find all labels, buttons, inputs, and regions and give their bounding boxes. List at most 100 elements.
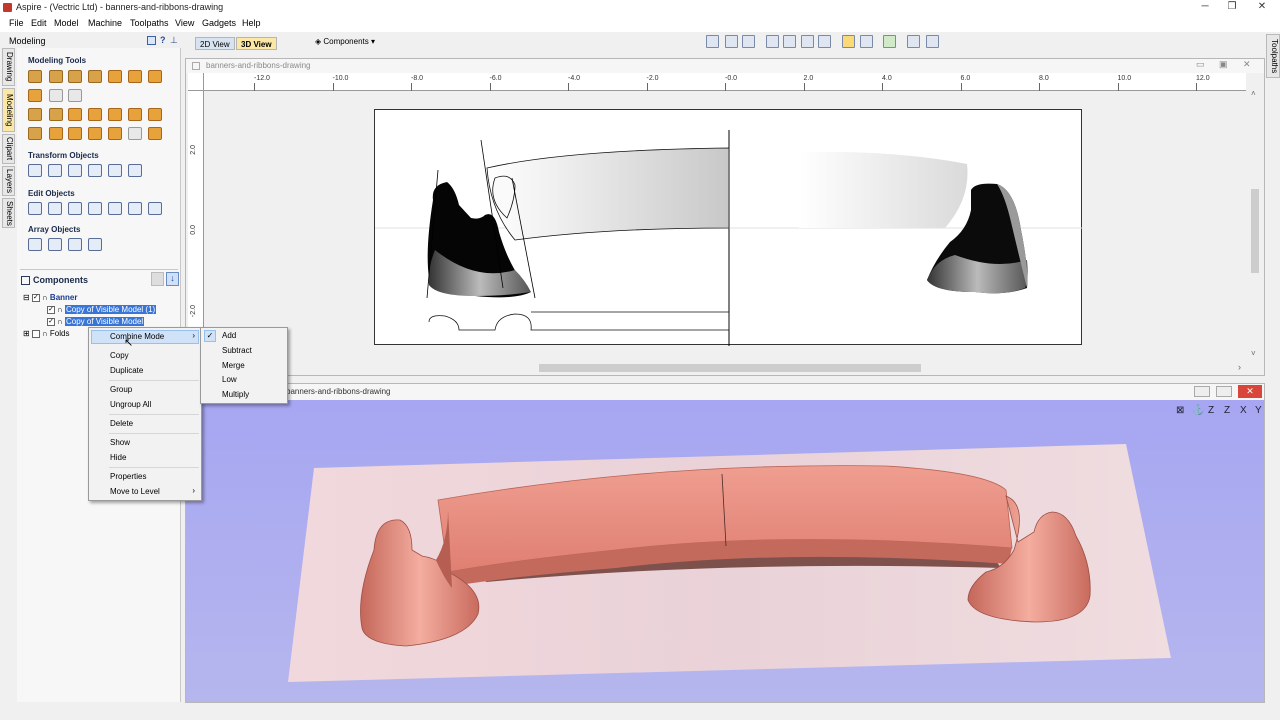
view-anchor-icon[interactable]: ⚓: [1192, 405, 1204, 416]
tab-3d-view[interactable]: 3D View: [236, 37, 277, 50]
rotate-object-icon[interactable]: [68, 164, 82, 177]
two-rail-sweep-icon[interactable]: [68, 70, 82, 83]
split-horizontal-icon[interactable]: [907, 35, 920, 48]
rotate-icon[interactable]: [860, 35, 873, 48]
node-edit-icon[interactable]: [48, 202, 62, 215]
visibility-checkbox[interactable]: ✓: [47, 305, 55, 314]
menu-machine[interactable]: Machine: [88, 18, 122, 28]
menu-edit[interactable]: Edit: [31, 18, 47, 28]
tree-item-banner[interactable]: ⊟ ✓ ∩ Banner: [23, 292, 77, 303]
menu-toolpaths[interactable]: Toolpaths: [130, 18, 169, 28]
center-icon[interactable]: [128, 164, 142, 177]
zoom-in-icon[interactable]: [783, 35, 796, 48]
tab-modeling[interactable]: Modeling: [2, 88, 15, 132]
bevel-icon[interactable]: [148, 127, 162, 140]
view-x-icon[interactable]: X: [1240, 405, 1247, 416]
erase-icon[interactable]: [148, 70, 162, 83]
tree-item-folds[interactable]: ⊞ ∩ Folds: [23, 328, 69, 339]
interactive-select-icon[interactable]: [68, 202, 82, 215]
menu-gadgets[interactable]: Gadgets: [202, 18, 236, 28]
tab-sheets[interactable]: Sheets: [2, 198, 15, 228]
move-up-icon[interactable]: [151, 272, 164, 286]
visibility-checkbox[interactable]: ✓: [47, 317, 55, 326]
create-shape-icon[interactable]: [28, 108, 42, 121]
view-3d-maximize-button[interactable]: [1216, 386, 1232, 397]
menu-file[interactable]: File: [9, 18, 24, 28]
tree-expand-icon[interactable]: ⊞: [23, 329, 30, 338]
zoom-extents-icon[interactable]: [706, 35, 719, 48]
scale-icon[interactable]: [48, 164, 62, 177]
slice-icon[interactable]: [108, 108, 122, 121]
snap-icon[interactable]: [842, 35, 855, 48]
vertical-scroll-thumb[interactable]: [1251, 189, 1259, 273]
weld-icon[interactable]: [28, 127, 42, 140]
restore-button[interactable]: ❐: [1219, 0, 1245, 15]
tilt-icon[interactable]: [68, 89, 82, 102]
menu-item-group[interactable]: Group: [110, 384, 132, 396]
tree-item-copy-1[interactable]: ✓ ∩ Copy of Visible Model (1): [47, 304, 157, 315]
tree-expand-icon[interactable]: ⊟: [23, 293, 30, 302]
dome-icon[interactable]: [68, 127, 82, 140]
ungroup-icon[interactable]: [108, 202, 122, 215]
menu-item-ungroup-all[interactable]: Ungroup All: [110, 399, 151, 411]
visibility-checkbox[interactable]: [31, 329, 40, 338]
zoom-out-icon[interactable]: [818, 35, 831, 48]
flat-icon[interactable]: [128, 127, 142, 140]
close-button[interactable]: ✕: [1249, 0, 1275, 15]
angle-icon[interactable]: [88, 127, 102, 140]
menu-item-hide[interactable]: Hide: [110, 452, 126, 464]
tab-layers[interactable]: Layers: [2, 166, 15, 196]
view-2d-close-button[interactable]: ✕: [1243, 59, 1251, 70]
pan-icon[interactable]: [766, 35, 779, 48]
view-iso-icon[interactable]: ⊠: [1176, 405, 1184, 416]
texture-area-icon[interactable]: [49, 127, 63, 140]
move-icon[interactable]: [28, 164, 42, 177]
submenu-item-merge[interactable]: Merge: [222, 360, 245, 372]
components-collapse-icon[interactable]: [21, 276, 30, 285]
submenu-item-subtract[interactable]: Subtract: [222, 345, 252, 357]
edit-fill-icon[interactable]: [148, 202, 162, 215]
vertical-scrollbar[interactable]: ˄ ˅: [1248, 89, 1262, 359]
align-icon[interactable]: [108, 164, 122, 177]
submenu-item-multiply[interactable]: Multiply: [222, 389, 249, 401]
menu-help[interactable]: Help: [242, 18, 261, 28]
menu-item-delete[interactable]: Delete: [110, 418, 133, 430]
menu-model[interactable]: Model: [54, 18, 79, 28]
grid-icon[interactable]: [742, 35, 755, 48]
horizontal-scrollbar[interactable]: ‹ ›: [204, 361, 1246, 373]
split-vertical-icon[interactable]: [926, 35, 939, 48]
fade-icon[interactable]: [49, 89, 63, 102]
layer-icon[interactable]: [883, 35, 896, 48]
menu-view[interactable]: View: [175, 18, 194, 28]
nest-icon[interactable]: [88, 238, 102, 251]
pin-icon[interactable]: ⊥: [170, 35, 178, 46]
view-z-front-icon[interactable]: Z: [1224, 405, 1230, 416]
clipart-icon[interactable]: [148, 108, 162, 121]
trim-icon[interactable]: [128, 202, 142, 215]
smooth-icon[interactable]: [128, 70, 142, 83]
tab-drawing[interactable]: Drawing: [2, 48, 15, 86]
submenu-item-low[interactable]: Low: [222, 374, 237, 386]
panel-layout-icon[interactable]: [147, 36, 156, 45]
tab-2d-view[interactable]: 2D View: [195, 37, 235, 50]
round-icon[interactable]: [108, 127, 122, 140]
shape-editor-icon[interactable]: [28, 70, 42, 83]
components-dropdown[interactable]: ◈ Components ▾: [315, 37, 375, 46]
group-icon[interactable]: [88, 202, 102, 215]
3d-scene[interactable]: [186, 400, 1264, 702]
menu-item-properties[interactable]: Properties: [110, 471, 146, 483]
view-y-icon[interactable]: Y: [1255, 405, 1262, 416]
mirror-object-icon[interactable]: [88, 164, 102, 177]
extrude-icon[interactable]: [49, 70, 63, 83]
zoom-box-icon[interactable]: [725, 35, 738, 48]
folder-icon[interactable]: [28, 89, 42, 102]
select-icon[interactable]: [28, 202, 42, 215]
submenu-item-add[interactable]: Add: [222, 330, 236, 342]
menu-item-combine-mode[interactable]: Combine Mode: [110, 331, 164, 343]
view-3d-close-button[interactable]: ✕: [1238, 385, 1262, 398]
view-3d-minimize-button[interactable]: [1194, 386, 1210, 397]
scroll-right-icon[interactable]: ›: [1238, 362, 1241, 372]
move-down-icon[interactable]: ↓: [166, 272, 179, 286]
one-rail-sweep-icon[interactable]: [88, 70, 102, 83]
help-icon[interactable]: ?: [160, 35, 166, 45]
